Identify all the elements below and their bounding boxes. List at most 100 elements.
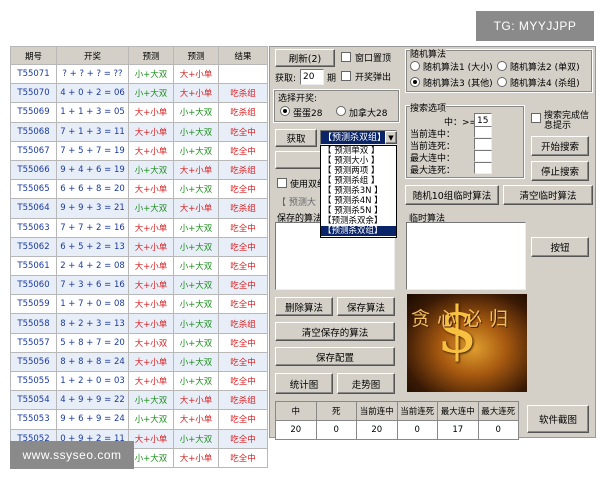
- dropdown-option[interactable]: 【 预测杀4N 】: [321, 196, 396, 206]
- table-row[interactable]: T55071? + ? + ? = ?? 小+大双 大+小单: [10, 63, 268, 85]
- table-row[interactable]: T55053 9 + 6 + 9 = 24 小+大双 大+小单 吃全中: [10, 409, 268, 430]
- software-screenshot-button[interactable]: 软件截图: [527, 405, 589, 433]
- random10-button[interactable]: 随机10组临时算法: [405, 185, 499, 205]
- dropdown-option[interactable]: 【 预测大小 】: [321, 156, 396, 166]
- dropdown-option[interactable]: 【 预测杀3N 】: [321, 186, 396, 196]
- draw-cell: 7 + 3 + 6 = 16: [56, 275, 129, 296]
- period-cell: T55070: [10, 83, 57, 104]
- rand3-radio[interactable]: [410, 77, 420, 87]
- dropdown-option[interactable]: 【预测杀双组】: [321, 226, 396, 236]
- rand4-radio[interactable]: [497, 77, 507, 87]
- image-slogan: 贪心必归: [411, 308, 516, 330]
- hidden-button[interactable]: [275, 151, 325, 169]
- temp-algo-list[interactable]: [406, 222, 526, 290]
- hit-input[interactable]: 15: [474, 113, 492, 127]
- stats-value-cell: 0: [315, 420, 357, 440]
- save-algo-button[interactable]: 保存算法: [337, 297, 395, 316]
- random-algo-title: 随机算法: [410, 47, 447, 60]
- prediction-cell: 大+小单: [128, 294, 174, 315]
- draw-cell: 7 + 5 + 7 = 19: [56, 140, 129, 161]
- get-count-input[interactable]: 20: [300, 69, 324, 85]
- rand1-radio[interactable]: [410, 61, 420, 71]
- period-cell: T55069: [10, 102, 57, 123]
- period-cell: T55064: [10, 198, 57, 219]
- max-miss-input[interactable]: [474, 162, 492, 174]
- table-row[interactable]: T55066 9 + 4 + 6 = 19 小+大双 大+小单 吃杀组: [10, 159, 268, 181]
- generic-button[interactable]: 按钮: [531, 237, 589, 257]
- algo-dropdown-list[interactable]: 【 预测单双 】【 预测大小 】【 预测两项 】【 预测杀组 】【 预测杀3N …: [320, 145, 397, 238]
- table-row[interactable]: T55063 7 + 7 + 2 = 16 大+小单 小+大双 吃全中: [10, 217, 268, 238]
- stats-header-row: 中死当前连中 当前连死 最大连中 最大连死: [275, 401, 519, 421]
- column-header[interactable]: 期号: [10, 46, 57, 65]
- watermark-bottom: www.ssyseo.com: [10, 441, 134, 469]
- result-cell: 吃杀组: [218, 198, 268, 219]
- use-double-checkbox[interactable]: [277, 178, 287, 188]
- opt-b-radio[interactable]: [336, 106, 346, 116]
- opt-a-radio[interactable]: [280, 106, 290, 116]
- draw-cell: 4 + 0 + 2 = 06: [56, 83, 129, 104]
- table-row[interactable]: T55061 2 + 4 + 2 = 08 大+小单 小+大双 吃全中: [10, 255, 268, 277]
- table-row[interactable]: T55068 7 + 1 + 3 = 11 大+小单 小+大双 吃全中: [10, 121, 268, 142]
- table-row[interactable]: T55062 6 + 5 + 2 = 13 大+小单 小+大双 吃全中: [10, 236, 268, 257]
- column-header[interactable]: 开奖: [56, 46, 129, 65]
- delete-algo-button[interactable]: 删除算法: [275, 297, 333, 316]
- table-row[interactable]: T55059 1 + 7 + 0 = 08 大+小单 小+大双 吃全中: [10, 294, 268, 315]
- table-row[interactable]: T55058 8 + 2 + 3 = 13 大+小单 小+大双 吃杀组: [10, 313, 268, 334]
- decorative-image: $ 贪心必归: [407, 294, 527, 392]
- fetch-button[interactable]: 获取: [275, 129, 317, 147]
- table-row[interactable]: T55070 4 + 0 + 2 = 06 小+大双 大+小单 吃杀组: [10, 83, 268, 104]
- table-row[interactable]: T55060 7 + 3 + 6 = 16 大+小单 小+大双 吃全中: [10, 275, 268, 296]
- clear-temp-button[interactable]: 清空临时算法: [503, 185, 593, 205]
- dropdown-option[interactable]: 【 预测单双 】: [321, 146, 396, 156]
- table-row[interactable]: T55055 1 + 2 + 0 = 03 大+小单 小+大双 吃全中: [10, 370, 268, 392]
- table-row[interactable]: T55064 9 + 9 + 3 = 21 小+大双 大+小单 吃杀组: [10, 198, 268, 219]
- result-cell: 吃全中: [218, 447, 268, 468]
- stop-search-button[interactable]: 停止搜索: [531, 161, 589, 181]
- column-header[interactable]: 预测: [173, 46, 219, 65]
- period-cell: T55061: [10, 255, 57, 277]
- column-header[interactable]: 预测: [128, 46, 174, 65]
- save-config-button[interactable]: 保存配置: [275, 347, 395, 366]
- opt-b-label: 加拿大28: [349, 109, 388, 119]
- cur-miss-input[interactable]: [474, 138, 492, 150]
- prediction-cell: 大+小单: [173, 390, 219, 411]
- period-cell: T55055: [10, 370, 57, 392]
- search-done-checkbox[interactable]: [531, 113, 541, 123]
- trend-chart-button[interactable]: 走势图: [337, 373, 395, 394]
- rand2-radio[interactable]: [497, 61, 507, 71]
- prediction-cell: 大+小单: [128, 370, 174, 392]
- prediction-cell: 大+小单: [128, 351, 174, 373]
- dropdown-option[interactable]: 【 预测两项 】: [321, 166, 396, 176]
- cur-hit-input[interactable]: [474, 126, 492, 138]
- result-cell: 吃全中: [218, 294, 268, 315]
- table-row[interactable]: T55057 5 + 8 + 7 = 20 大+小双 小+大双 吃全中: [10, 332, 268, 353]
- clear-saved-button[interactable]: 清空保存的算法: [275, 322, 395, 341]
- table-row[interactable]: T55069 1 + 1 + 3 = 05 大+小单 小+大双 吃杀组: [10, 102, 268, 123]
- combo-dropdown-arrow[interactable]: ▼: [385, 131, 397, 144]
- max-hit-input[interactable]: [474, 150, 492, 162]
- period-cell: T55065: [10, 179, 57, 200]
- start-search-button[interactable]: 开始搜索: [531, 136, 589, 156]
- stats-chart-button[interactable]: 统计图: [275, 373, 333, 394]
- dropdown-option[interactable]: 【 预测杀5N 】: [321, 206, 396, 216]
- prediction-cell: 大+小单: [128, 275, 174, 296]
- window-top-checkbox[interactable]: [341, 52, 351, 62]
- dropdown-option[interactable]: 【 预测杀组 】: [321, 176, 396, 186]
- table-row[interactable]: T55065 6 + 6 + 8 = 20 大+小单 小+大双 吃全中: [10, 179, 268, 200]
- popup-checkbox[interactable]: [341, 71, 351, 81]
- table-row[interactable]: T55067 7 + 5 + 7 = 19 大+小单 小+大双 吃全中: [10, 140, 268, 161]
- prediction-cell: 大+小单: [128, 121, 174, 142]
- prediction-cell: 大+小单: [128, 236, 174, 257]
- stats-header-cell: 当前连死: [396, 401, 438, 421]
- period-cell: T55056: [10, 351, 57, 373]
- refresh-button[interactable]: 刷新(2): [275, 49, 335, 67]
- max-miss-label: 最大连死：: [410, 166, 456, 176]
- column-header[interactable]: 结果: [218, 46, 268, 65]
- draw-cell: 6 + 5 + 2 = 13: [56, 236, 129, 257]
- rand4-label: 随机算法4 (杀组): [510, 79, 580, 89]
- dropdown-option[interactable]: 【预测杀双余】: [321, 216, 396, 226]
- table-row[interactable]: T55056 8 + 8 + 8 = 24 大+小单 小+大双 吃全中: [10, 351, 268, 373]
- prediction-cell: 小+大双: [128, 390, 174, 411]
- table-row[interactable]: T55054 4 + 9 + 9 = 22 小+大双 大+小单 吃杀组: [10, 390, 268, 411]
- prediction-cell: 大+小单: [173, 198, 219, 219]
